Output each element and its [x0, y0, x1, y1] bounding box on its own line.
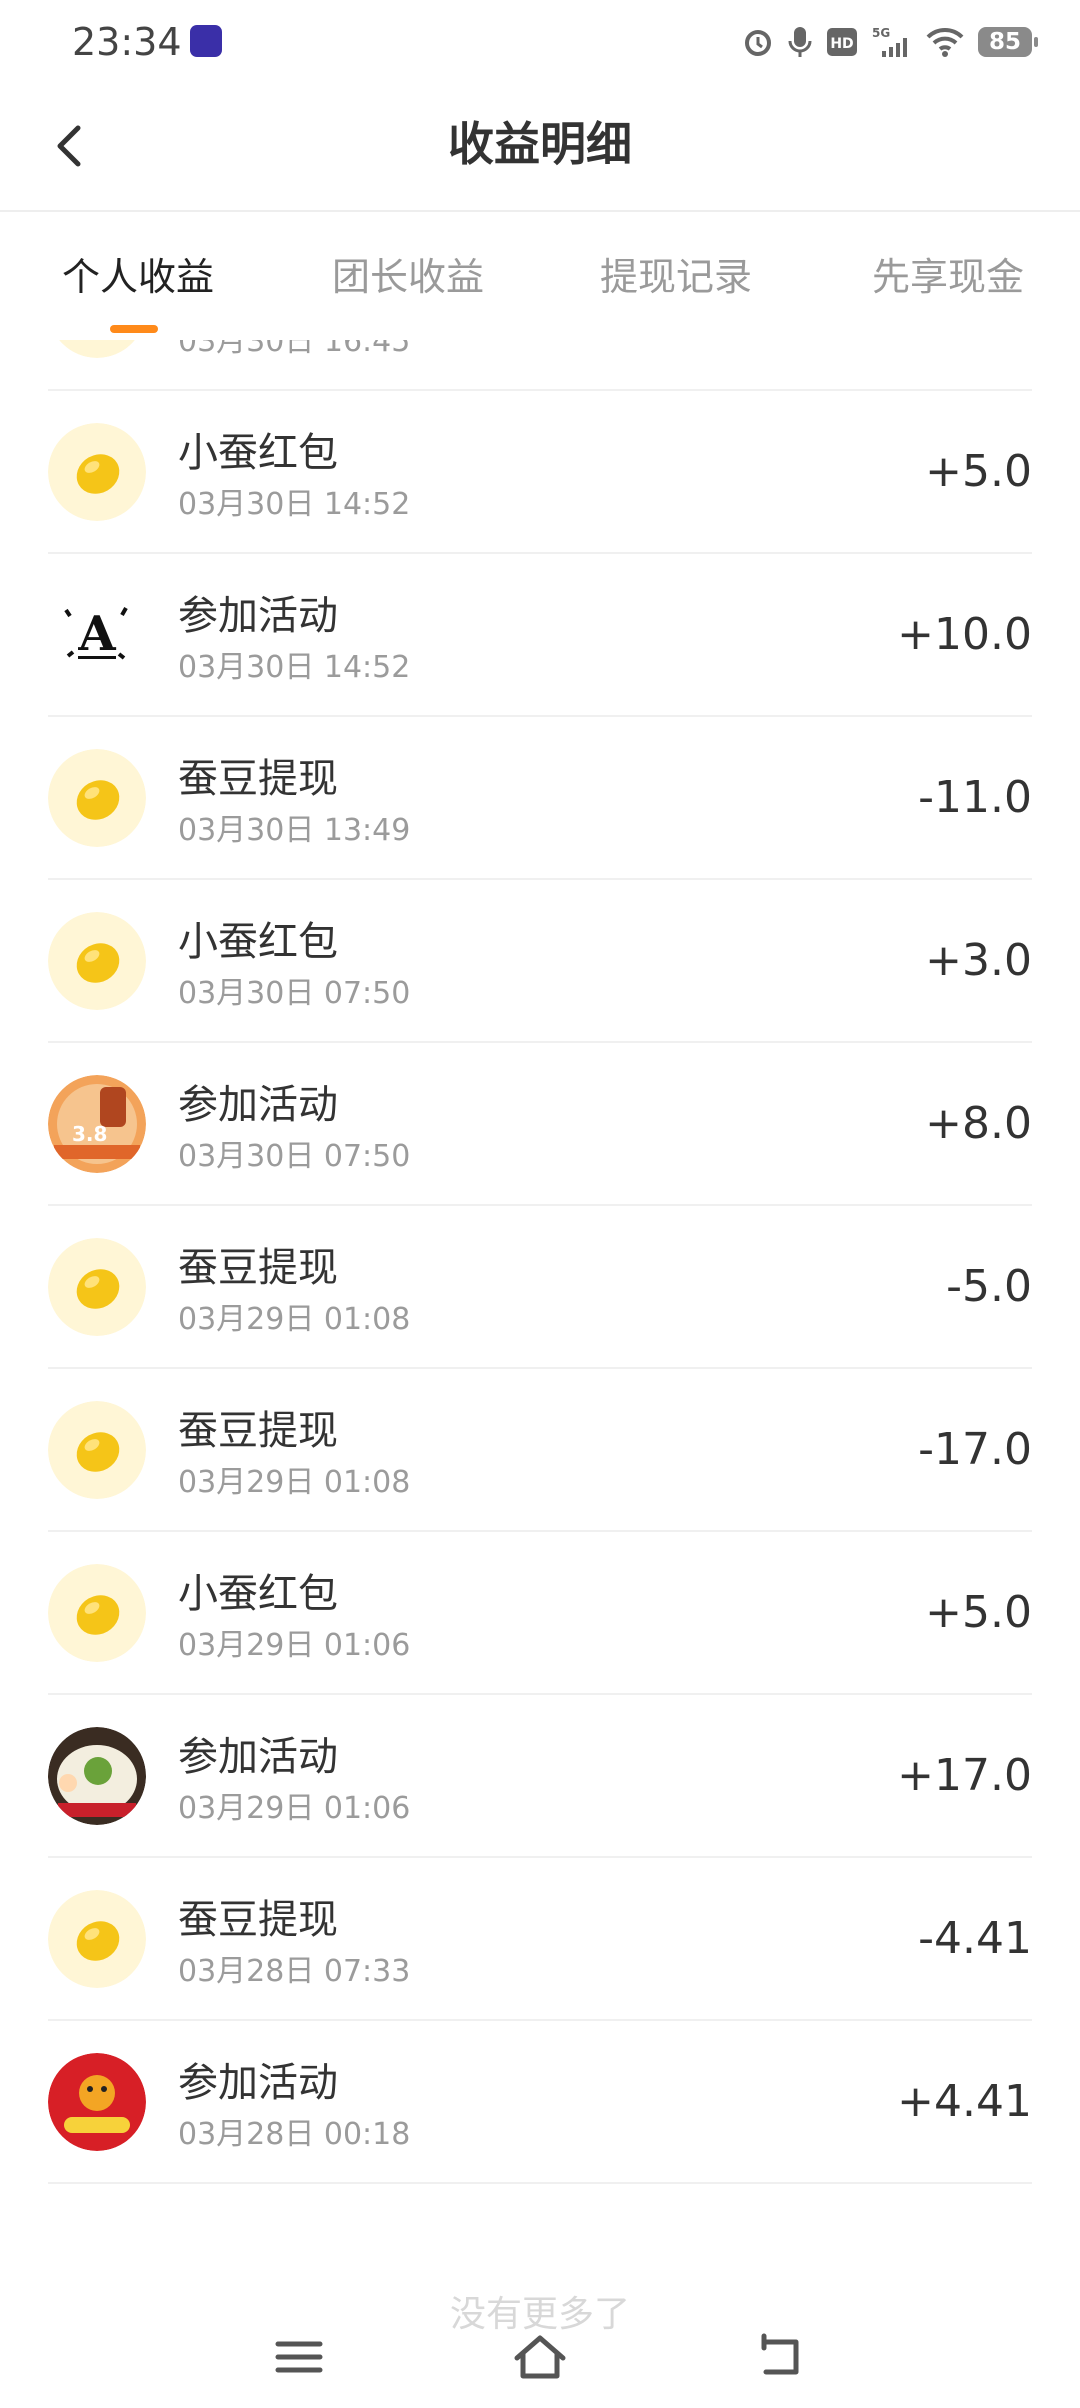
record-time: 03月29日 01:06 — [178, 1628, 411, 1663]
record-time: 03月30日 07:50 — [178, 976, 411, 1011]
record-time: 03月30日 07:50 — [178, 1139, 411, 1174]
record-title: 参加活动 — [178, 1734, 338, 1780]
list-item[interactable]: 参加活动 03月28日 00:18 +4.41 — [48, 2021, 1032, 2184]
record-title: 参加活动 — [178, 1082, 338, 1128]
bean-icon — [48, 912, 146, 1010]
list-item[interactable]: 3.8 参加活动 03月30日 07:50 +8.0 — [48, 1043, 1032, 1206]
menu-button[interactable] — [264, 2322, 334, 2392]
list-item[interactable]: A 参加活动 03月30日 14:52 +10.0 — [48, 554, 1032, 717]
tab-bar: 个人收益 团长收益 提现记录 先享现金 — [0, 212, 1080, 342]
hd-icon: HD — [827, 28, 857, 56]
record-amount: +8.0 — [925, 1098, 1032, 1149]
record-amount: +5.0 — [925, 1587, 1032, 1638]
record-title: 参加活动 — [178, 593, 338, 639]
record-title: 小蚕红包 — [178, 919, 338, 965]
status-bar: 23:34 HD 5G 85 — [0, 0, 1080, 84]
system-nav-bar — [0, 2300, 1080, 2408]
app-notification-icon — [190, 25, 222, 57]
record-time: 03月29日 01:08 — [178, 1302, 411, 1337]
battery-icon: 85 — [978, 27, 1038, 57]
active-tab-indicator — [110, 325, 158, 333]
tab-leader-earnings[interactable]: 团长收益 — [332, 252, 484, 302]
status-time: 23:34 — [72, 20, 182, 64]
svg-text:3.8: 3.8 — [72, 1122, 107, 1146]
home-icon — [514, 2335, 566, 2379]
record-title: 蚕豆提现 — [178, 1408, 338, 1454]
record-amount: +4.41 — [897, 2076, 1032, 2127]
tab-early-cash[interactable]: 先享现金 — [872, 252, 1024, 302]
microphone-icon — [788, 27, 812, 57]
record-amount: -17.0 — [918, 1424, 1032, 1475]
menu-icon — [275, 2341, 323, 2373]
record-title: 小蚕红包 — [178, 1571, 338, 1617]
svg-text:HD: HD — [830, 36, 853, 52]
nav-bar: 收益明细 — [0, 84, 1080, 212]
alarm-icon — [745, 30, 771, 56]
bean-icon — [48, 1238, 146, 1336]
store-logo-icon: A — [48, 586, 146, 684]
store-logo-icon: 3.8 — [48, 1075, 146, 1173]
record-title: 蚕豆提现 — [178, 756, 338, 802]
bean-icon — [48, 1401, 146, 1499]
list-item[interactable]: 蚕豆提现 03月29日 01:08 -5.0 — [48, 1206, 1032, 1369]
record-time: 03月28日 00:18 — [178, 2117, 411, 2152]
record-title: 小蚕红包 — [178, 430, 338, 476]
svg-text:5G: 5G — [872, 26, 890, 40]
return-icon — [761, 2333, 799, 2375]
record-time: 03月29日 01:08 — [178, 1465, 411, 1500]
home-button[interactable] — [505, 2322, 575, 2392]
system-back-button[interactable] — [746, 2322, 816, 2392]
list-item[interactable]: 参加活动 03月29日 01:06 +17.0 — [48, 1695, 1032, 1858]
page-title: 收益明细 — [448, 117, 632, 171]
list-item[interactable]: 小蚕红包 03月29日 01:06 +5.0 — [48, 1532, 1032, 1695]
record-amount: -11.0 — [918, 772, 1032, 823]
record-amount: -5.0 — [946, 1261, 1032, 1312]
record-amount: +17.0 — [897, 1750, 1032, 1801]
tab-withdrawal-records[interactable]: 提现记录 — [600, 252, 752, 302]
record-title: 蚕豆提现 — [178, 1245, 338, 1291]
list-item[interactable]: 蚕豆提现 03月28日 07:33 -4.41 — [48, 1858, 1032, 2021]
record-time: 03月30日 14:52 — [178, 487, 411, 522]
record-time: 03月29日 01:06 — [178, 1791, 411, 1826]
list-item[interactable]: 03月30日 16:45+10.0 — [48, 340, 1032, 391]
tab-personal-earnings[interactable]: 个人收益 — [62, 252, 214, 302]
wifi-icon — [926, 27, 964, 57]
bean-icon — [48, 749, 146, 847]
record-time: 03月30日 14:52 — [178, 650, 411, 685]
list-item[interactable]: 蚕豆提现 03月29日 01:08 -17.0 — [48, 1369, 1032, 1532]
record-amount: +5.0 — [925, 446, 1032, 497]
store-logo-icon — [48, 1727, 146, 1825]
store-logo-icon — [48, 2053, 146, 2151]
record-title: 蚕豆提现 — [178, 1897, 338, 1943]
record-amount: -4.41 — [918, 1913, 1032, 1964]
bean-icon — [48, 423, 146, 521]
record-amount: +10.0 — [897, 609, 1032, 660]
record-amount: +3.0 — [925, 935, 1032, 986]
status-icons: HD 5G 85 — [742, 22, 1038, 62]
record-time: 03月30日 13:49 — [178, 813, 411, 848]
record-title: 参加活动 — [178, 2060, 338, 2106]
bean-icon — [48, 1564, 146, 1662]
svg-text:A: A — [77, 606, 116, 662]
list-item[interactable]: 小蚕红包 03月30日 07:50 +3.0 — [48, 880, 1032, 1043]
cellular-signal-icon: 5G — [872, 26, 907, 57]
bean-icon — [48, 340, 146, 358]
record-time: 03月28日 07:33 — [178, 1954, 411, 1989]
list-item[interactable]: 小蚕红包 03月30日 14:52 +5.0 — [48, 391, 1032, 554]
earnings-list[interactable]: 03月30日 16:45+10.0小蚕红包03月30日 14:52+5.0A参加… — [0, 340, 1080, 2210]
record-time: 03月30日 16:45 — [178, 340, 411, 359]
list-item[interactable]: 蚕豆提现 03月30日 13:49 -11.0 — [48, 717, 1032, 880]
bean-icon — [48, 1890, 146, 1988]
